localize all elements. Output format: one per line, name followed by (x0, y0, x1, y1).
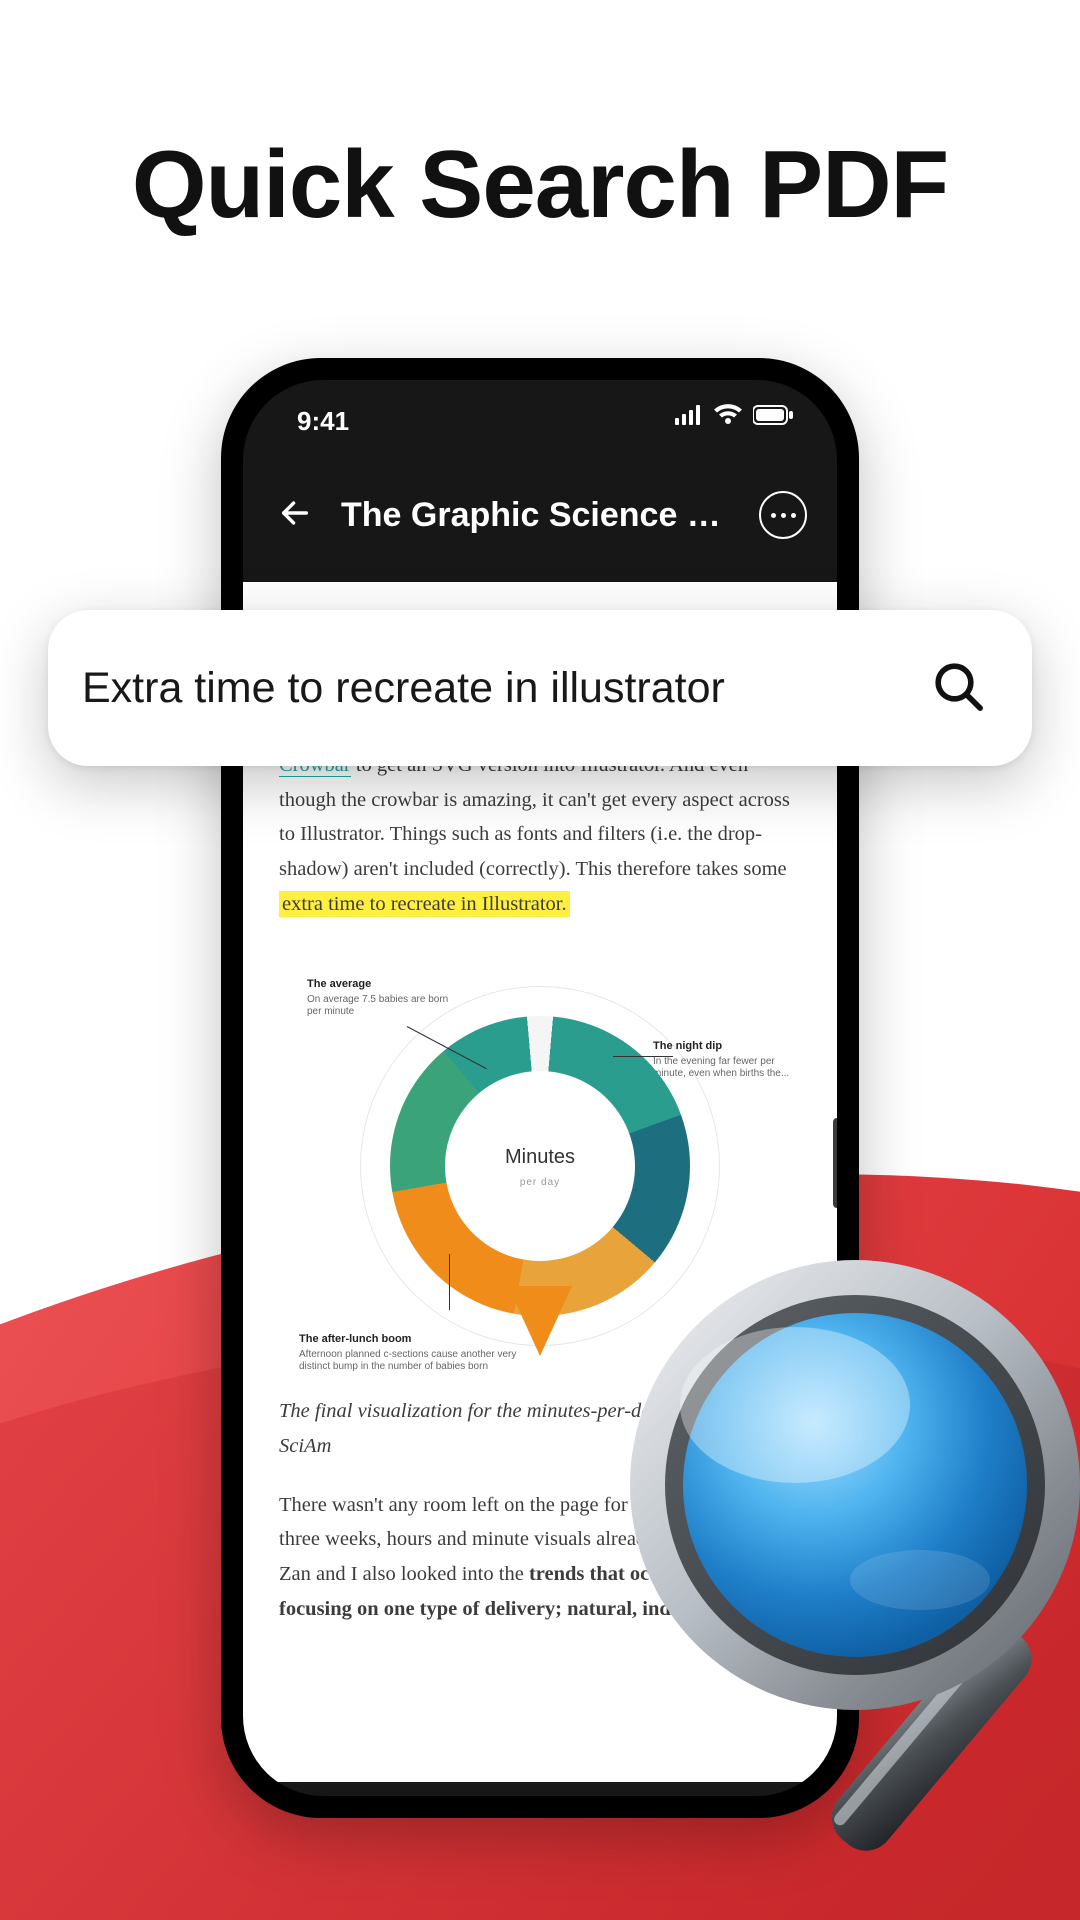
chart-center: Minutes per day (460, 1086, 620, 1246)
app-bar: The Graphic Science page... (243, 448, 837, 582)
paragraph: There wasn't any room left on the page f… (279, 1488, 801, 1627)
chart-annotation-lunch: The after-lunch boom Afternoon planned c… (299, 1333, 529, 1374)
search-icon (930, 658, 986, 719)
status-tray (675, 404, 793, 426)
text: The average (307, 978, 462, 992)
scrollbar-thumb[interactable] (833, 1118, 837, 1208)
text: The after-lunch boom (299, 1333, 529, 1347)
document-title: The Graphic Science page... (341, 496, 735, 535)
chart-annotation-night: The night dip In the evening far fewer p… (653, 1040, 793, 1081)
promo-canvas: Quick Search PDF 9:41 (0, 0, 1080, 1920)
text: Afternoon planned c-sections cause anoth… (299, 1349, 529, 1374)
text: In the evening far fewer per minute, eve… (653, 1056, 793, 1081)
search-bar (48, 610, 1032, 766)
chart-center-title: Minutes (505, 1140, 575, 1174)
status-time: 9:41 (297, 406, 349, 437)
battery-icon (753, 405, 793, 425)
text: On average 7.5 babies are born per minut… (307, 994, 462, 1019)
promo-title: Quick Search PDF (0, 130, 1080, 240)
minutes-radial-chart: Minutes per day The average On average 7… (279, 946, 801, 1386)
status-bar: 9:41 (243, 380, 837, 448)
figure-caption: The final visualization for the minutes-… (279, 1394, 801, 1464)
back-button[interactable] (273, 493, 317, 537)
phone-screen: 9:41 (243, 380, 837, 1796)
more-options-button[interactable] (759, 491, 807, 539)
chart-spike (508, 1286, 572, 1356)
arrow-left-icon (278, 496, 312, 535)
text: The night dip (653, 1040, 793, 1054)
leader-line (613, 1056, 673, 1057)
cellular-signal-icon (675, 405, 703, 425)
text: to get an SVG version into Illustrator. … (279, 754, 790, 881)
chart-center-sub: per day (520, 1174, 560, 1191)
phone-frame: 9:41 (221, 358, 859, 1818)
search-button[interactable] (926, 656, 990, 720)
search-input[interactable] (82, 664, 906, 713)
leader-line (449, 1254, 450, 1310)
chart-annotation-average: The average On average 7.5 babies are bo… (307, 978, 462, 1019)
wifi-icon (713, 404, 743, 426)
search-highlight: extra time to recreate in Illustrator. (279, 891, 570, 917)
